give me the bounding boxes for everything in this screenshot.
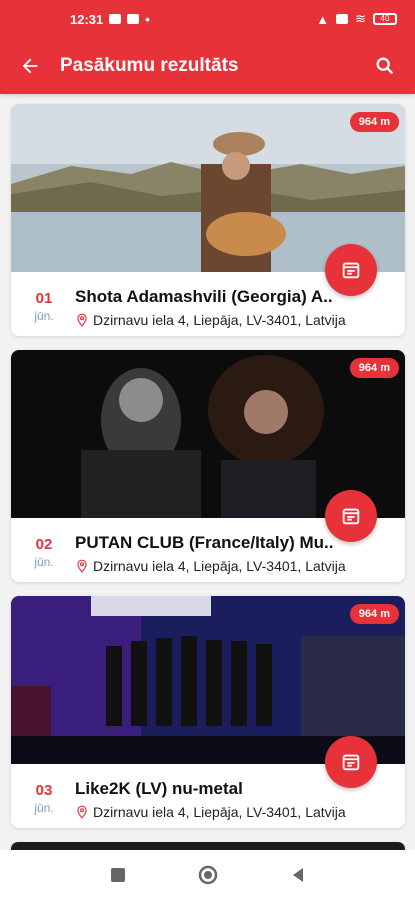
- event-month: jūn.: [34, 309, 54, 323]
- event-address-text: Dzirnavu iela 4, Liepāja, LV-3401, Latvi…: [93, 558, 346, 574]
- sim-icon: [336, 14, 349, 24]
- youtube-icon: [127, 14, 140, 24]
- mail-icon: [109, 14, 122, 24]
- calendar-icon: [342, 754, 360, 771]
- event-date: 01 jūn.: [27, 290, 61, 323]
- location-pin-icon: [77, 559, 87, 573]
- event-day: 03: [35, 782, 53, 799]
- battery-icon: 40: [373, 13, 397, 25]
- event-card[interactable]: 964 m 03 jūn. Like2K (LV) nu-metal Dzirn…: [11, 596, 405, 828]
- back-button[interactable]: [14, 50, 46, 82]
- calendar-icon: [342, 262, 360, 279]
- distance-badge: 964 m: [349, 112, 399, 132]
- event-list: 964 m 01 jūn. Shota Adamashvili (Georgia…: [11, 104, 405, 870]
- arrow-left-icon: [22, 58, 38, 74]
- event-month: jūn.: [34, 555, 54, 569]
- location-pin-icon: [77, 805, 87, 819]
- recent-apps-button[interactable]: [109, 866, 127, 884]
- event-address: Dzirnavu iela 4, Liepāja, LV-3401, Latvi…: [75, 558, 399, 574]
- event-address-text: Dzirnavu iela 4, Liepāja, LV-3401, Latvi…: [93, 804, 346, 820]
- event-title: Like2K (LV) nu-metal: [75, 779, 243, 798]
- event-month: jūn.: [34, 801, 54, 815]
- back-nav-button[interactable]: [289, 866, 307, 884]
- location-pin-icon: [77, 313, 87, 327]
- event-card[interactable]: 964 m 01 jūn. Shota Adamashvili (Georgia…: [11, 104, 405, 336]
- event-day: 01: [35, 290, 53, 307]
- event-date: 02 jūn.: [27, 536, 61, 569]
- distance-badge: 964 m: [349, 358, 399, 378]
- search-button[interactable]: [369, 50, 401, 82]
- event-date: 03 jūn.: [27, 782, 61, 815]
- app-bar: Pasākumu rezultāts: [0, 38, 415, 94]
- status-time: 12:31: [70, 11, 104, 27]
- event-address: Dzirnavu iela 4, Liepāja, LV-3401, Latvi…: [75, 312, 399, 328]
- calendar-icon: [342, 508, 360, 525]
- wifi-icon: ≋: [355, 11, 366, 26]
- dot-icon: •: [145, 11, 150, 27]
- event-day: 02: [35, 536, 53, 553]
- status-bar: 12:31 • ▲ ≋ 40: [0, 0, 415, 38]
- event-title: PUTAN CLUB (France/Italy) Mu..: [75, 533, 334, 552]
- home-button[interactable]: [197, 864, 219, 886]
- distance-badge: 964 m: [349, 604, 399, 624]
- event-address-text: Dzirnavu iela 4, Liepāja, LV-3401, Latvi…: [93, 312, 346, 328]
- event-card[interactable]: 964 m 02 jūn. PUTAN CLUB (France/Italy) …: [11, 350, 405, 582]
- event-title: Shota Adamashvili (Georgia) A..: [75, 287, 333, 306]
- event-address: Dzirnavu iela 4, Liepāja, LV-3401, Latvi…: [75, 804, 399, 820]
- system-nav-bar: [0, 850, 415, 900]
- page-title: Pasākumu rezultāts: [60, 55, 239, 76]
- alert-icon: ▲: [316, 11, 330, 27]
- search-icon: [376, 57, 394, 75]
